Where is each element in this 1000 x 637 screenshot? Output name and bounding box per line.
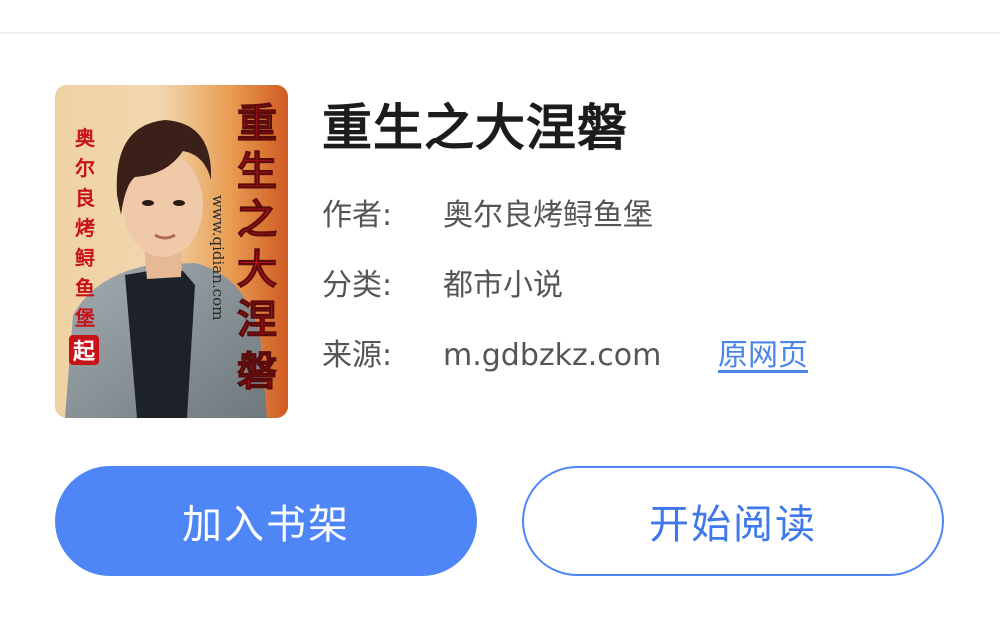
svg-text:尔: 尔 [75,156,95,180]
svg-text:重: 重 [237,101,277,147]
svg-text:鱼: 鱼 [75,276,95,300]
book-detail-page: 奥 尔 良 烤 鲟 鱼 堡 起 重 生 之 大 涅 磐 www.qidian.c… [0,0,1000,637]
svg-text:大: 大 [237,247,277,293]
book-title: 重生之大涅磐 [322,99,628,157]
add-to-shelf-button[interactable]: 加入书架 [55,466,477,576]
author-label: 作者: [322,198,393,233]
svg-text:www.qidian.com: www.qidian.com [209,195,227,320]
source-label: 来源: [322,338,393,373]
svg-text:良: 良 [75,186,95,210]
svg-text:鲟: 鲟 [75,246,95,270]
svg-text:堡: 堡 [75,306,95,330]
svg-text:涅: 涅 [237,297,277,343]
category-value: 都市小说 [443,268,563,303]
original-page-link[interactable]: 原网页 [718,336,808,376]
source-value: m.gdbzkz.com [443,338,662,373]
top-divider [0,32,1000,34]
category-label: 分类: [322,268,393,303]
svg-text:生: 生 [237,149,277,195]
svg-text:烤: 烤 [75,216,95,240]
book-cover-image[interactable]: 奥 尔 良 烤 鲟 鱼 堡 起 重 生 之 大 涅 磐 www.qidian.c… [55,85,288,418]
svg-text:之: 之 [237,197,277,243]
svg-text:磐: 磐 [237,349,277,395]
start-reading-button[interactable]: 开始阅读 [522,466,944,576]
author-value: 奥尔良烤鲟鱼堡 [443,198,653,233]
svg-text:起: 起 [72,340,96,365]
svg-text:奥: 奥 [75,126,96,150]
cover-illustration: 奥 尔 良 烤 鲟 鱼 堡 起 重 生 之 大 涅 磐 www.qidian.c… [55,85,288,418]
